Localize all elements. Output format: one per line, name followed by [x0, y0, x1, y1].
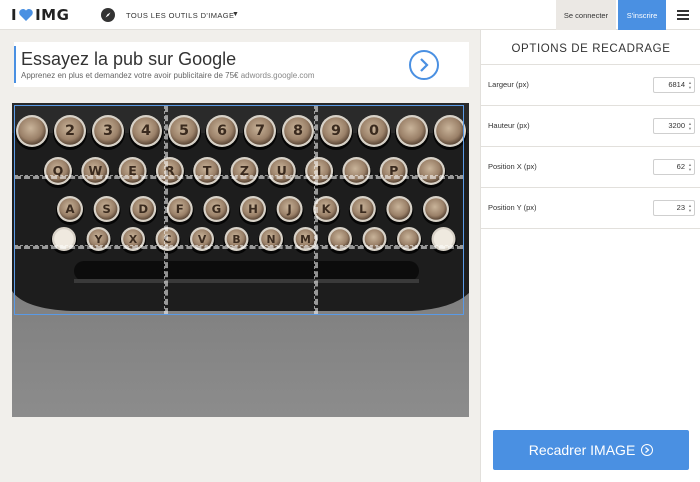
height-label: Hauteur (px)	[488, 121, 530, 130]
ad-domain[interactable]: adwords.google.com	[241, 71, 315, 80]
position-y-label: Position Y (px)	[488, 203, 537, 212]
logo-text-img: IMG	[35, 6, 70, 24]
position-x-field: Position X (px) 62 ▲ ▼	[481, 147, 700, 188]
signup-button[interactable]: S'inscrire	[618, 0, 666, 30]
crop-grid-line	[15, 244, 463, 249]
hamburger-menu-icon[interactable]	[677, 10, 689, 20]
crop-grid-line	[313, 106, 318, 314]
top-navbar: I IMG TOUS LES OUTILS D'IMAGE ▼ Se conne…	[0, 0, 700, 30]
position-x-value: 62	[676, 162, 685, 171]
compass-icon[interactable]	[101, 8, 115, 22]
ad-accent-bar	[14, 46, 16, 83]
chevron-down-icon[interactable]: ▼	[232, 11, 239, 18]
login-button[interactable]: Se connecter	[556, 0, 616, 30]
crop-image-button[interactable]: Recadrer IMAGE	[493, 430, 689, 470]
logo-text-i: I	[11, 6, 18, 24]
crop-button-label: Recadrer IMAGE	[528, 442, 636, 458]
crop-options-panel: OPTIONS DE RECADRAGE Largeur (px) 6814 ▲…	[480, 30, 700, 482]
position-y-field: Position Y (px) 23 ▲ ▼	[481, 188, 700, 229]
all-tools-menu[interactable]: TOUS LES OUTILS D'IMAGE	[126, 11, 234, 20]
position-x-input[interactable]: 62 ▲ ▼	[653, 159, 695, 175]
ad-description-text: Apprenez en plus et demandez votre avoir…	[21, 71, 239, 80]
ad-title[interactable]: Essayez la pub sur Google	[21, 49, 236, 70]
width-input[interactable]: 6814 ▲ ▼	[653, 77, 695, 93]
heart-icon	[19, 9, 33, 21]
chevron-right-icon[interactable]	[409, 50, 439, 80]
image-canvas[interactable]: 234567890QWERTZUIPASDFGHJKLYXCVBNM	[12, 103, 469, 417]
height-field: Hauteur (px) 3200 ▲ ▼	[481, 106, 700, 147]
crop-grid-line	[164, 106, 169, 314]
width-label: Largeur (px)	[488, 80, 529, 89]
spinner-icon[interactable]: ▲ ▼	[687, 162, 692, 172]
position-x-label: Position X (px)	[488, 162, 537, 171]
spinner-icon[interactable]: ▲ ▼	[687, 80, 692, 90]
height-value: 3200	[668, 121, 685, 130]
position-y-value: 23	[676, 203, 685, 212]
crop-grid-line	[15, 175, 463, 180]
arrow-circle-right-icon	[641, 444, 654, 456]
ad-banner[interactable]: Essayez la pub sur Google Apprenez en pl…	[14, 42, 469, 87]
width-value: 6814	[668, 80, 685, 89]
width-field: Largeur (px) 6814 ▲ ▼	[481, 65, 700, 106]
spinner-icon[interactable]: ▲ ▼	[687, 203, 692, 213]
panel-title: OPTIONS DE RECADRAGE	[511, 43, 671, 55]
logo[interactable]: I IMG	[11, 6, 69, 24]
height-input[interactable]: 3200 ▲ ▼	[653, 118, 695, 134]
crop-selection[interactable]	[14, 105, 464, 315]
spinner-icon[interactable]: ▲ ▼	[687, 121, 692, 131]
ad-description: Apprenez en plus et demandez votre avoir…	[21, 71, 315, 80]
position-y-input[interactable]: 23 ▲ ▼	[653, 200, 695, 216]
